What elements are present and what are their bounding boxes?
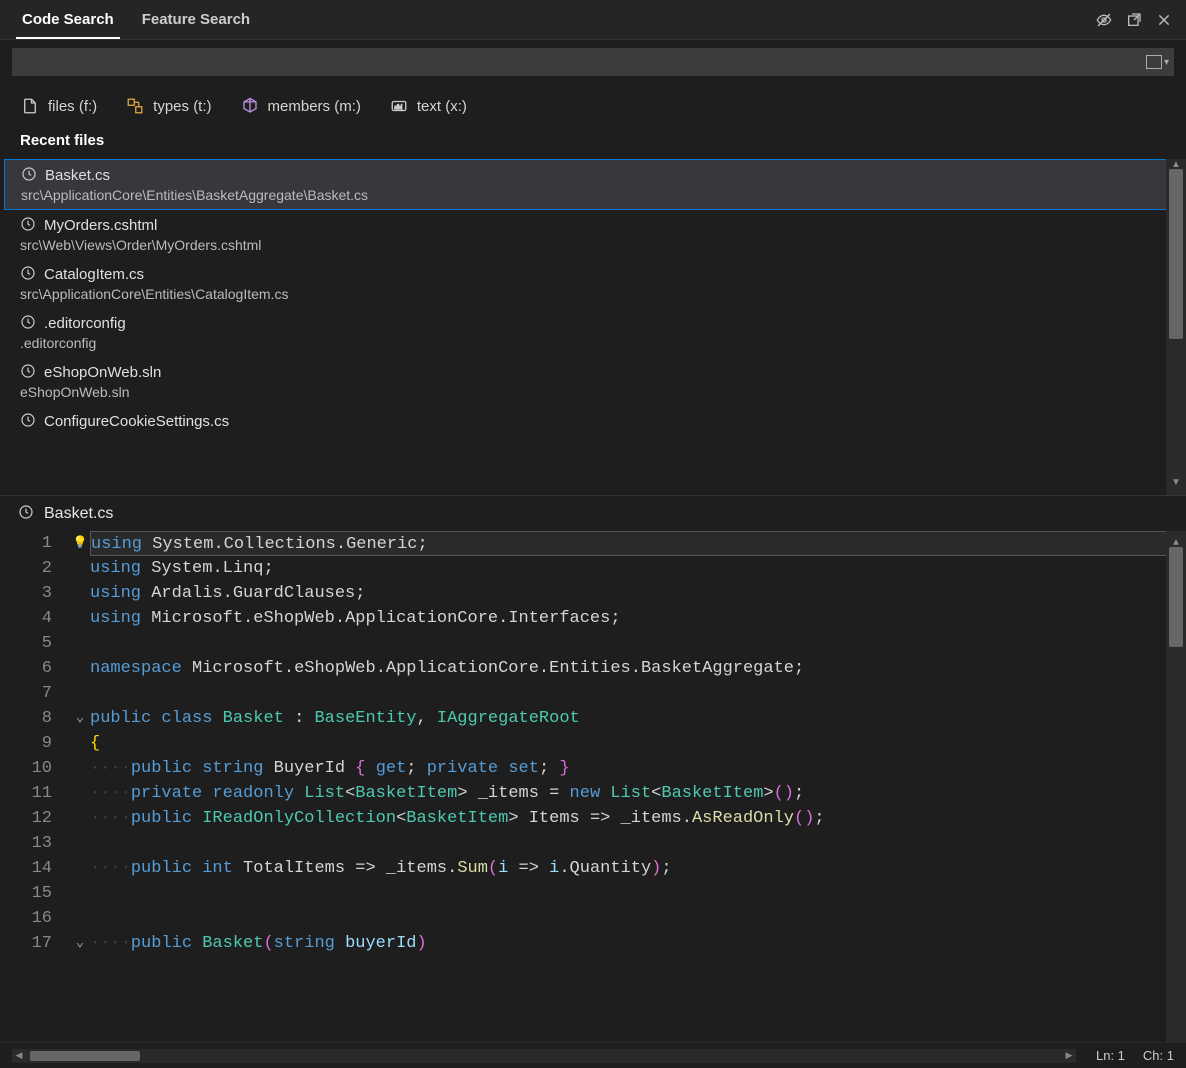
code-line[interactable] xyxy=(90,831,1186,856)
search-input[interactable] xyxy=(13,54,1146,70)
recent-files-list: Basket.cs src\ApplicationCore\Entities\Ba… xyxy=(0,159,1186,495)
code-line[interactable]: ····public Basket(string buyerId) xyxy=(90,931,1186,956)
code-line[interactable]: ····public string BuyerId { get; private… xyxy=(90,756,1186,781)
filter-row: files (f:) types (t:) members (m:) ab| t… xyxy=(0,84,1186,128)
search-box[interactable]: ▾ xyxy=(12,48,1174,76)
fold-column[interactable]: 💡⌄⌄ xyxy=(70,531,90,1042)
preview-header: Basket.cs xyxy=(0,495,1186,531)
code-line[interactable] xyxy=(90,681,1186,706)
code-line[interactable]: using Microsoft.eShopWeb.ApplicationCore… xyxy=(90,606,1186,631)
filter-types[interactable]: types (t:) xyxy=(125,96,211,116)
code-line[interactable]: ····public IReadOnlyCollection<BasketIte… xyxy=(90,806,1186,831)
clock-icon xyxy=(20,363,36,382)
file-name: CatalogItem.cs xyxy=(44,266,144,283)
recent-file-item[interactable]: ConfigureCookieSettings.cs xyxy=(0,406,1186,437)
scrollbar-thumb[interactable] xyxy=(1169,169,1183,339)
tab-feature-search[interactable]: Feature Search xyxy=(128,1,264,38)
header-tabs: Code Search Feature Search xyxy=(0,0,1186,40)
editor-scrollbar[interactable]: ▲ xyxy=(1166,531,1186,1042)
file-path: eShopOnWeb.sln xyxy=(20,384,1166,400)
horizontal-scrollbar[interactable]: ◀ ▶ xyxy=(12,1049,1076,1063)
code-line[interactable] xyxy=(90,631,1186,656)
recent-file-item[interactable]: .editorconfig .editorconfig xyxy=(0,308,1186,357)
recent-file-item[interactable]: eShopOnWeb.sln eShopOnWeb.sln xyxy=(0,357,1186,406)
file-name: Basket.cs xyxy=(45,167,110,184)
file-list-scrollbar[interactable]: ▲ ▼ xyxy=(1166,159,1186,495)
filter-members[interactable]: members (m:) xyxy=(240,96,361,116)
code-line[interactable]: using System.Collections.Generic; xyxy=(90,531,1186,556)
popout-icon[interactable] xyxy=(1124,10,1144,30)
code-line[interactable]: { xyxy=(90,731,1186,756)
recent-file-item[interactable]: MyOrders.cshtml src\Web\Views\Order\MyOrd… xyxy=(0,210,1186,259)
clock-icon xyxy=(20,216,36,235)
code-editor[interactable]: 1234567891011121314151617 💡⌄⌄ using Syst… xyxy=(0,531,1186,1042)
file-name: eShopOnWeb.sln xyxy=(44,364,161,381)
file-path: .editorconfig xyxy=(20,335,1166,351)
visibility-icon[interactable] xyxy=(1094,10,1114,30)
file-path: src\ApplicationCore\Entities\BasketAggre… xyxy=(21,187,1165,203)
line-gutter: 1234567891011121314151617 xyxy=(0,531,70,1042)
clock-icon xyxy=(18,504,34,523)
types-icon xyxy=(125,96,145,116)
recent-file-item[interactable]: Basket.cs src\ApplicationCore\Entities\Ba… xyxy=(4,159,1182,210)
code-line[interactable]: namespace Microsoft.eShopWeb.Application… xyxy=(90,656,1186,681)
file-path: src\ApplicationCore\Entities\CatalogItem… xyxy=(20,286,1166,302)
code-area[interactable]: using System.Collections.Generic;using S… xyxy=(90,531,1186,1042)
code-line[interactable]: public class Basket : BaseEntity, IAggre… xyxy=(90,706,1186,731)
preview-file-name: Basket.cs xyxy=(44,505,113,523)
clock-icon xyxy=(20,412,36,431)
recent-files-title: Recent files xyxy=(0,128,1186,159)
code-line[interactable]: using System.Linq; xyxy=(90,556,1186,581)
status-char: Ch: 1 xyxy=(1143,1048,1174,1063)
search-row: ▾ xyxy=(0,40,1186,84)
file-path: src\Web\Views\Order\MyOrders.cshtml xyxy=(20,237,1166,253)
search-view-dropdown[interactable]: ▾ xyxy=(1146,55,1173,69)
filter-files[interactable]: files (f:) xyxy=(20,96,97,116)
file-name: MyOrders.cshtml xyxy=(44,217,157,234)
file-name: .editorconfig xyxy=(44,315,126,332)
code-line[interactable] xyxy=(90,906,1186,931)
clock-icon xyxy=(20,314,36,333)
code-line[interactable]: using Ardalis.GuardClauses; xyxy=(90,581,1186,606)
status-line: Ln: 1 xyxy=(1096,1048,1125,1063)
filter-text[interactable]: ab| text (x:) xyxy=(389,96,467,116)
scrollbar-thumb[interactable] xyxy=(30,1051,140,1061)
file-icon xyxy=(20,96,40,116)
close-icon[interactable] xyxy=(1154,10,1174,30)
code-line[interactable]: ····private readonly List<BasketItem> _i… xyxy=(90,781,1186,806)
code-line[interactable] xyxy=(90,881,1186,906)
svg-text:ab|: ab| xyxy=(394,104,402,111)
clock-icon xyxy=(20,265,36,284)
members-icon xyxy=(240,96,260,116)
text-icon: ab| xyxy=(389,96,409,116)
tab-code-search[interactable]: Code Search xyxy=(8,1,128,38)
clock-icon xyxy=(21,166,37,185)
code-line[interactable]: ····public int TotalItems => _items.Sum(… xyxy=(90,856,1186,881)
file-name: ConfigureCookieSettings.cs xyxy=(44,413,229,430)
scrollbar-thumb[interactable] xyxy=(1169,547,1183,647)
recent-file-item[interactable]: CatalogItem.cs src\ApplicationCore\Entiti… xyxy=(0,259,1186,308)
status-bar: ◀ ▶ Ln: 1 Ch: 1 xyxy=(0,1042,1186,1068)
